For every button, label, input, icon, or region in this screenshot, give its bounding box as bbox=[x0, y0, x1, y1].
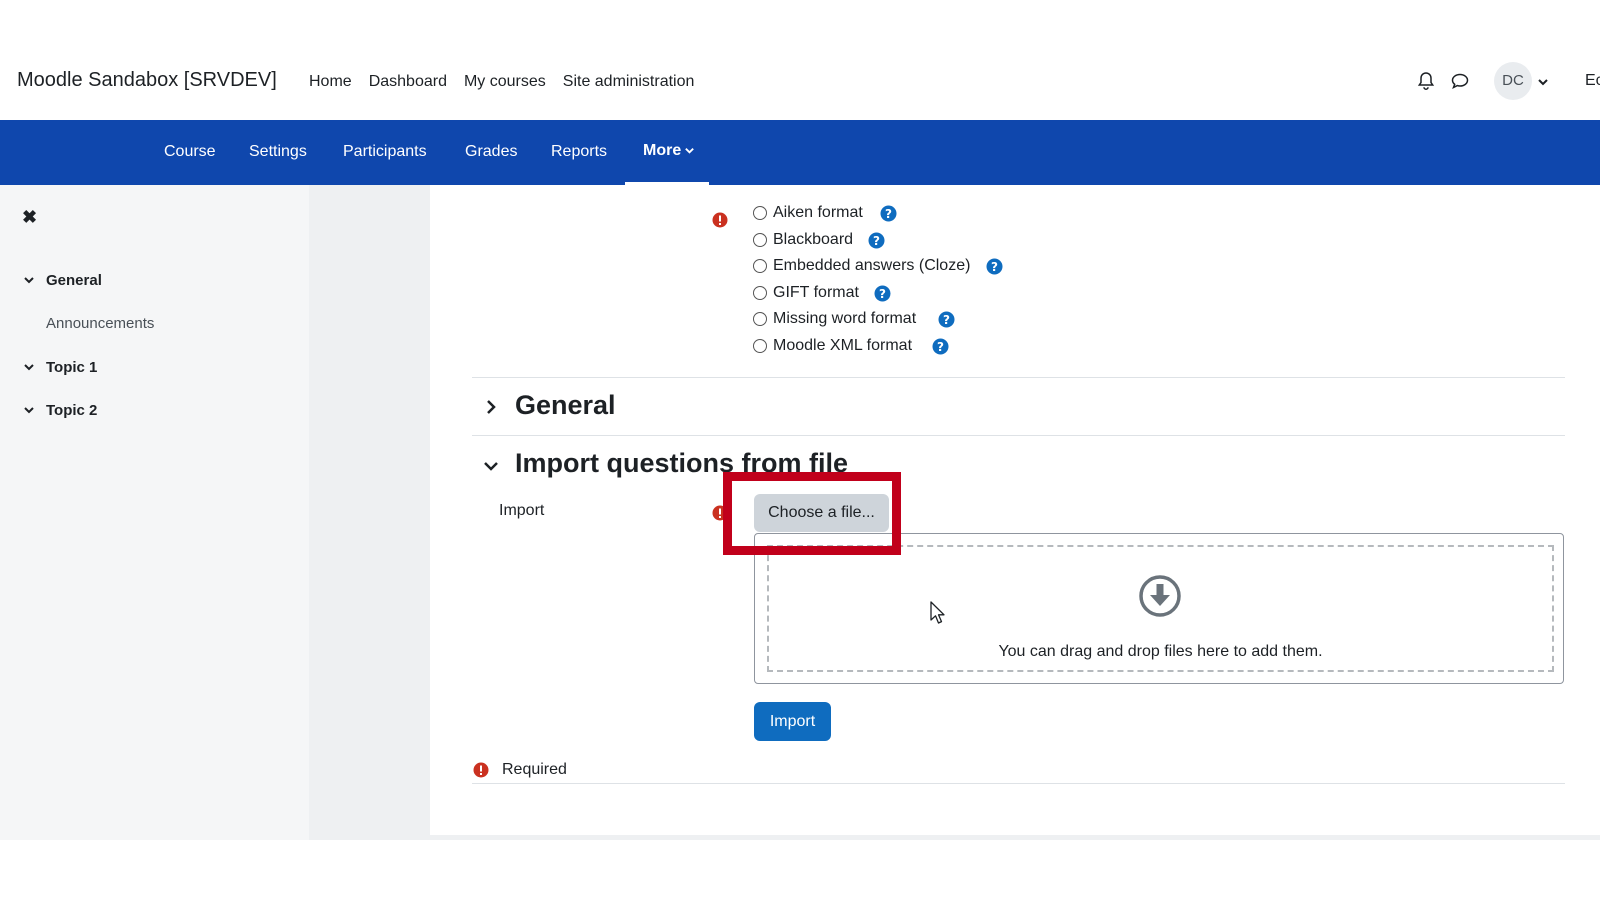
site-name[interactable]: Moodle Sandabox [SRVDEV] bbox=[17, 69, 277, 92]
section-general-title[interactable]: General bbox=[515, 390, 616, 421]
chevron-right-icon[interactable] bbox=[482, 398, 500, 416]
page-bottom bbox=[430, 835, 1600, 840]
format-label: Blackboard bbox=[773, 231, 854, 248]
chevron-down-icon bbox=[685, 148, 695, 154]
drawer-section-general[interactable]: General bbox=[46, 272, 102, 289]
close-drawer-icon[interactable]: ✖ bbox=[22, 207, 37, 228]
mouse-cursor-icon bbox=[930, 601, 945, 624]
chevron-down-icon[interactable] bbox=[23, 361, 35, 373]
radio-button[interactable] bbox=[753, 259, 767, 273]
divider bbox=[472, 783, 1565, 784]
edit-mode-label[interactable]: Ec bbox=[1585, 72, 1600, 90]
radio-button[interactable] bbox=[753, 233, 767, 247]
nav-dashboard[interactable]: Dashboard bbox=[369, 73, 447, 91]
tab-course[interactable]: Course bbox=[164, 143, 216, 161]
chevron-down-icon[interactable] bbox=[23, 274, 35, 286]
chevron-down-icon[interactable] bbox=[1536, 75, 1550, 89]
nav-home[interactable]: Home bbox=[309, 73, 352, 91]
svg-text:?: ? bbox=[873, 234, 880, 248]
chevron-down-icon[interactable] bbox=[482, 457, 500, 475]
help-icon[interactable]: ? bbox=[938, 311, 955, 328]
drawer-item-announcements[interactable]: Announcements bbox=[46, 315, 154, 332]
chat-bubble-icon[interactable] bbox=[1450, 71, 1470, 91]
help-icon[interactable]: ? bbox=[932, 338, 949, 355]
tab-participants[interactable]: Participants bbox=[343, 143, 427, 161]
format-label: Moodle XML format bbox=[773, 337, 913, 354]
radio-button[interactable] bbox=[753, 206, 767, 220]
import-field-label: Import bbox=[499, 502, 545, 519]
top-navbar: Moodle Sandabox [SRVDEV] Home Dashboard … bbox=[0, 43, 1600, 120]
primary-nav: Home Dashboard My courses Site administr… bbox=[309, 73, 711, 91]
drawer-section-topic-1[interactable]: Topic 1 bbox=[46, 359, 97, 376]
tab-more-label: More bbox=[643, 142, 682, 159]
svg-text:?: ? bbox=[885, 207, 892, 221]
required-icon bbox=[712, 212, 728, 228]
tab-settings[interactable]: Settings bbox=[249, 143, 307, 161]
help-icon[interactable]: ? bbox=[880, 205, 897, 222]
help-icon[interactable]: ? bbox=[868, 232, 885, 249]
user-avatar[interactable]: DC bbox=[1494, 62, 1532, 100]
radio-button[interactable] bbox=[753, 312, 767, 326]
divider bbox=[472, 435, 1565, 436]
nav-site-administration[interactable]: Site administration bbox=[563, 73, 695, 91]
required-icon bbox=[473, 762, 489, 778]
page-gutter bbox=[309, 185, 430, 840]
download-arrow-icon bbox=[1139, 575, 1181, 617]
format-label: GIFT format bbox=[773, 284, 859, 301]
chevron-down-icon[interactable] bbox=[23, 404, 35, 416]
help-icon[interactable]: ? bbox=[986, 258, 1003, 275]
course-secondary-nav: Course Settings Participants Grades Repo… bbox=[0, 120, 1600, 185]
format-label: Embedded answers (Cloze) bbox=[773, 257, 971, 274]
import-button[interactable]: Import bbox=[754, 702, 831, 741]
nav-my-courses[interactable]: My courses bbox=[464, 73, 546, 91]
help-icon[interactable]: ? bbox=[874, 285, 891, 302]
svg-text:?: ? bbox=[943, 313, 950, 327]
svg-text:?: ? bbox=[879, 287, 886, 301]
highlight-box bbox=[723, 472, 901, 555]
course-index-drawer: ✖ General Announcements Topic 1 Topic 2 bbox=[0, 185, 309, 840]
format-label: Missing word format bbox=[773, 310, 917, 327]
divider bbox=[472, 377, 1565, 378]
svg-text:?: ? bbox=[937, 340, 944, 354]
tab-reports[interactable]: Reports bbox=[551, 143, 607, 161]
main-content bbox=[430, 185, 1600, 835]
drawer-section-topic-2[interactable]: Topic 2 bbox=[46, 402, 97, 419]
dropzone-hint: You can drag and drop files here to add … bbox=[998, 643, 1323, 660]
radio-button[interactable] bbox=[753, 339, 767, 353]
required-legend: Required bbox=[502, 761, 567, 778]
format-label: Aiken format bbox=[773, 204, 863, 221]
tab-grades[interactable]: Grades bbox=[465, 143, 517, 161]
radio-button[interactable] bbox=[753, 286, 767, 300]
tab-more[interactable]: More bbox=[643, 142, 695, 160]
svg-text:?: ? bbox=[991, 260, 998, 274]
bell-icon[interactable] bbox=[1416, 71, 1436, 91]
